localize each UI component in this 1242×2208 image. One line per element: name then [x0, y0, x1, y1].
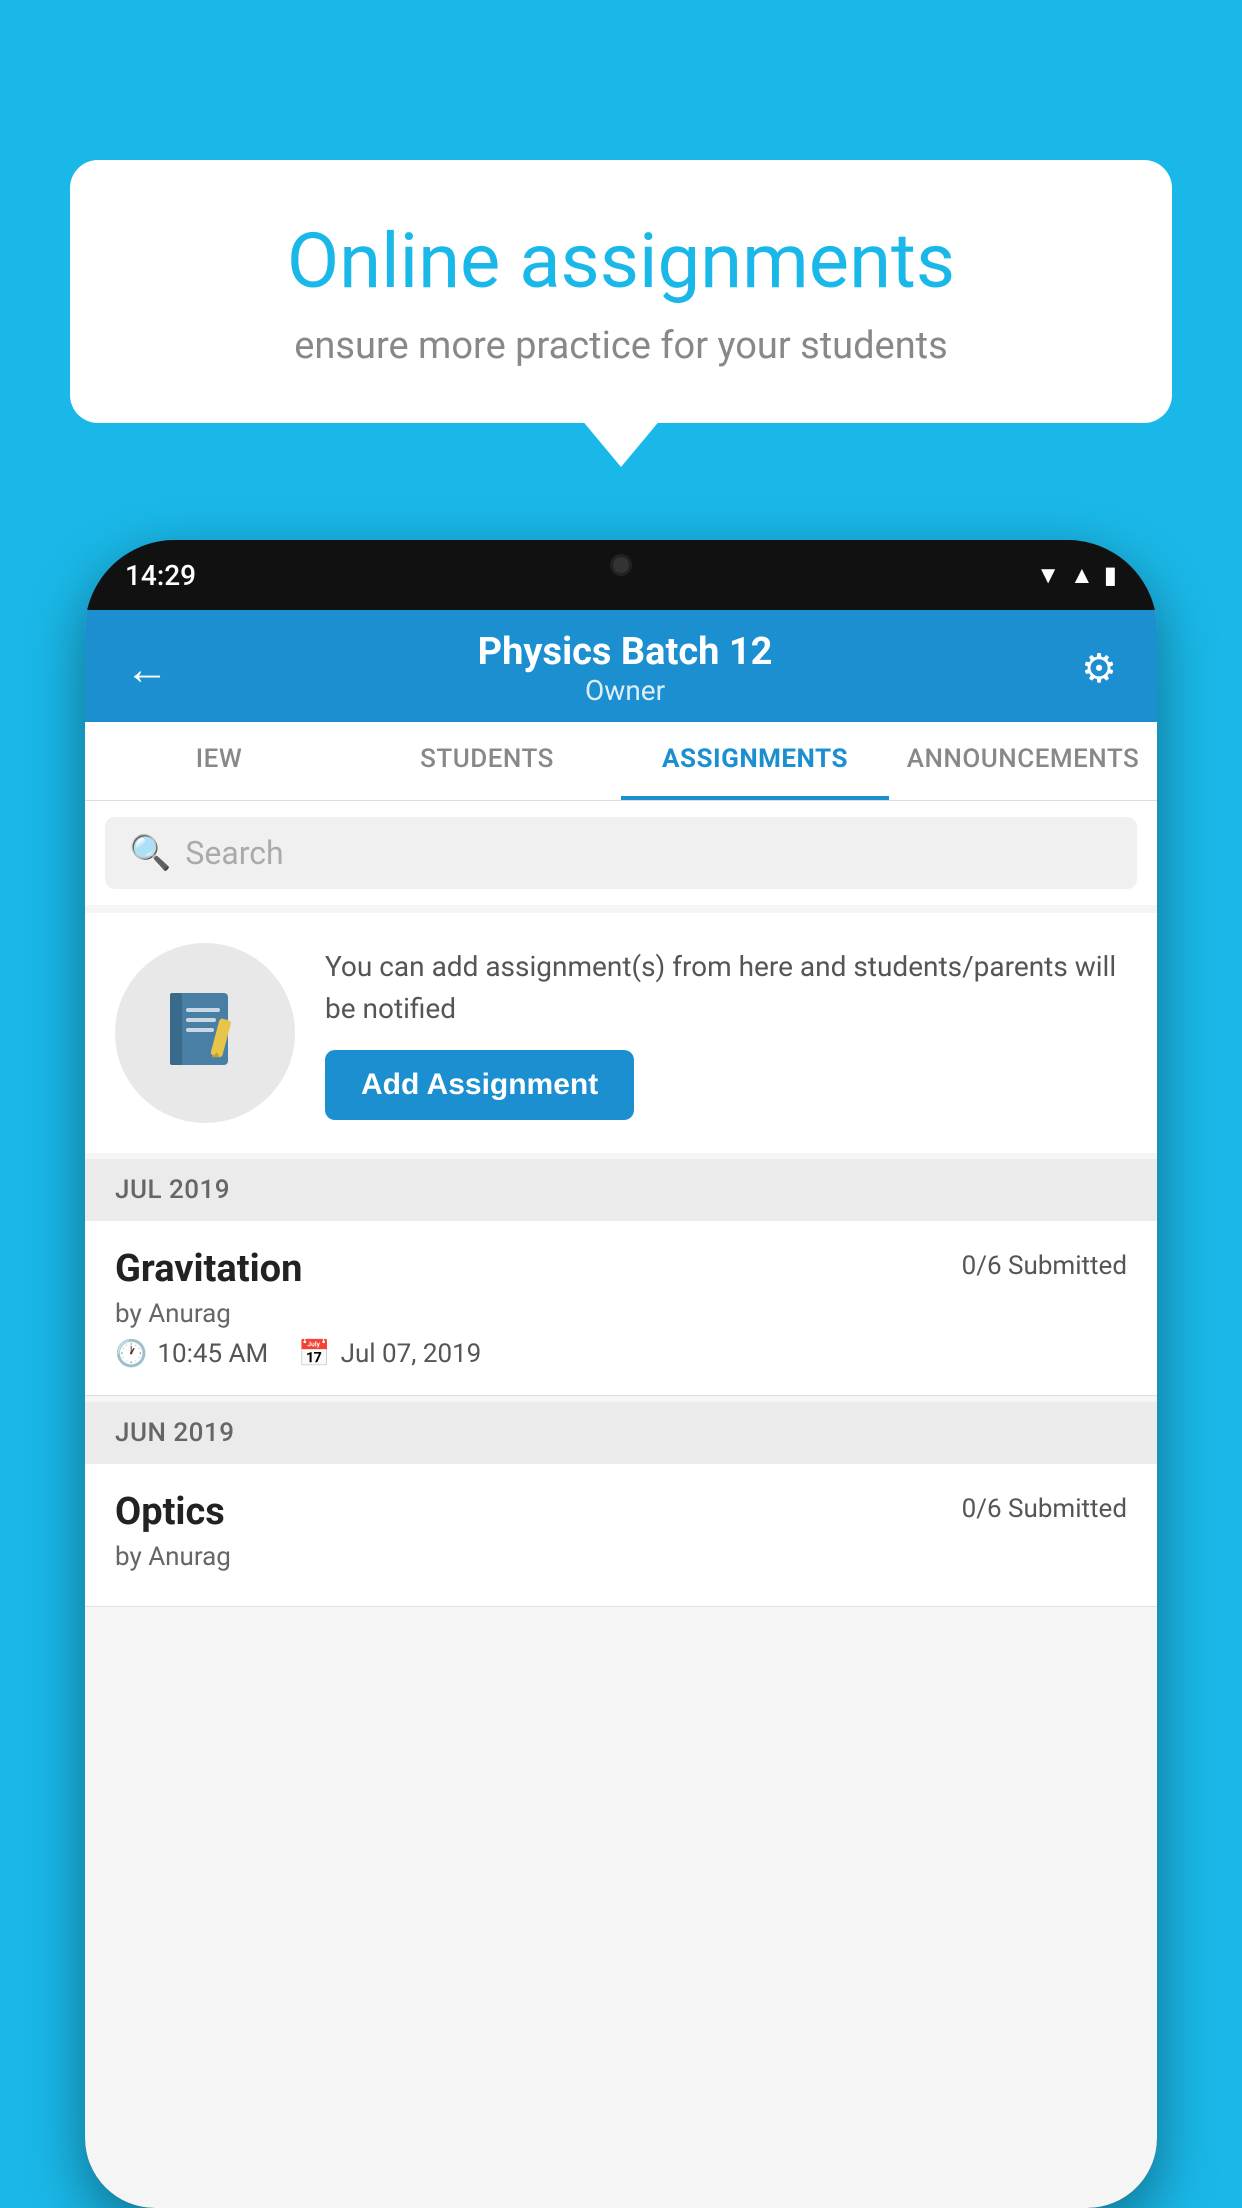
- promo-card: You can add assignment(s) from here and …: [85, 913, 1157, 1153]
- back-button[interactable]: ←: [125, 643, 169, 695]
- assignment-card-optics[interactable]: Optics 0/6 Submitted by Anurag: [85, 1464, 1157, 1607]
- wifi-icon: ▼: [1036, 561, 1060, 590]
- front-camera: [610, 554, 632, 576]
- month-section-jul: JUL 2019: [85, 1159, 1157, 1221]
- tab-students[interactable]: STUDENTS: [353, 722, 621, 800]
- status-icons: ▼ ▲ ▮: [1036, 561, 1117, 590]
- assignment-date: Jul 07, 2019: [341, 1339, 482, 1369]
- speech-bubble: Online assignments ensure more practice …: [70, 160, 1172, 423]
- datetime-time: 🕐 10:45 AM: [115, 1339, 268, 1369]
- search-bar[interactable]: 🔍 Search: [105, 817, 1137, 889]
- search-placeholder: Search: [185, 834, 283, 872]
- assignment-by: by Anurag: [115, 1299, 1127, 1329]
- assignment-datetime: 🕐 10:45 AM 📅 Jul 07, 2019: [115, 1339, 1127, 1369]
- header-center: Physics Batch 12 Owner: [478, 630, 773, 707]
- promo-right: You can add assignment(s) from here and …: [325, 946, 1127, 1120]
- tab-iew[interactable]: IEW: [85, 722, 353, 800]
- tab-announcements[interactable]: ANNOUNCEMENTS: [889, 722, 1157, 800]
- assignment-card-gravitation[interactable]: Gravitation 0/6 Submitted by Anurag 🕐 10…: [85, 1221, 1157, 1396]
- assignment-top: Gravitation 0/6 Submitted: [115, 1247, 1127, 1291]
- add-assignment-button[interactable]: Add Assignment: [325, 1050, 634, 1120]
- bubble-title: Online assignments: [130, 220, 1112, 304]
- assignment-submitted-optics: 0/6 Submitted: [962, 1494, 1127, 1524]
- app-screen: ← Physics Batch 12 Owner ⚙ IEW STUDENTS …: [85, 610, 1157, 2208]
- notebook-icon: [160, 988, 250, 1078]
- search-icon: 🔍: [129, 833, 171, 873]
- status-bar: 14:29 ▼ ▲ ▮: [85, 540, 1157, 610]
- speech-bubble-container: Online assignments ensure more practice …: [70, 160, 1172, 423]
- assignment-submitted: 0/6 Submitted: [962, 1251, 1127, 1281]
- settings-button[interactable]: ⚙: [1081, 645, 1117, 692]
- header-subtitle: Owner: [478, 674, 773, 707]
- phone-frame: 14:29 ▼ ▲ ▮ ← Physics Batch 12 Owner ⚙ I…: [85, 540, 1157, 2208]
- tab-assignments[interactable]: ASSIGNMENTS: [621, 722, 889, 800]
- search-container: 🔍 Search: [85, 801, 1157, 905]
- tabs-bar: IEW STUDENTS ASSIGNMENTS ANNOUNCEMENTS: [85, 722, 1157, 801]
- assignment-top-optics: Optics 0/6 Submitted: [115, 1490, 1127, 1534]
- signal-icon: ▲: [1070, 561, 1094, 590]
- month-section-jun: JUN 2019: [85, 1402, 1157, 1464]
- assignment-by-optics: by Anurag: [115, 1542, 1127, 1572]
- promo-icon-circle: [115, 943, 295, 1123]
- header-title: Physics Batch 12: [478, 630, 773, 674]
- battery-icon: ▮: [1104, 561, 1117, 589]
- promo-text: You can add assignment(s) from here and …: [325, 946, 1127, 1030]
- datetime-date: 📅 Jul 07, 2019: [298, 1339, 481, 1369]
- status-time: 14:29: [125, 559, 196, 592]
- assignment-name: Gravitation: [115, 1247, 302, 1291]
- bubble-subtitle: ensure more practice for your students: [130, 324, 1112, 368]
- calendar-icon: 📅: [298, 1339, 330, 1369]
- phone-notch: [541, 540, 701, 590]
- app-header: ← Physics Batch 12 Owner ⚙: [85, 610, 1157, 722]
- assignment-time: 10:45 AM: [157, 1339, 268, 1369]
- assignment-name-optics: Optics: [115, 1490, 225, 1534]
- clock-icon: 🕐: [115, 1339, 147, 1369]
